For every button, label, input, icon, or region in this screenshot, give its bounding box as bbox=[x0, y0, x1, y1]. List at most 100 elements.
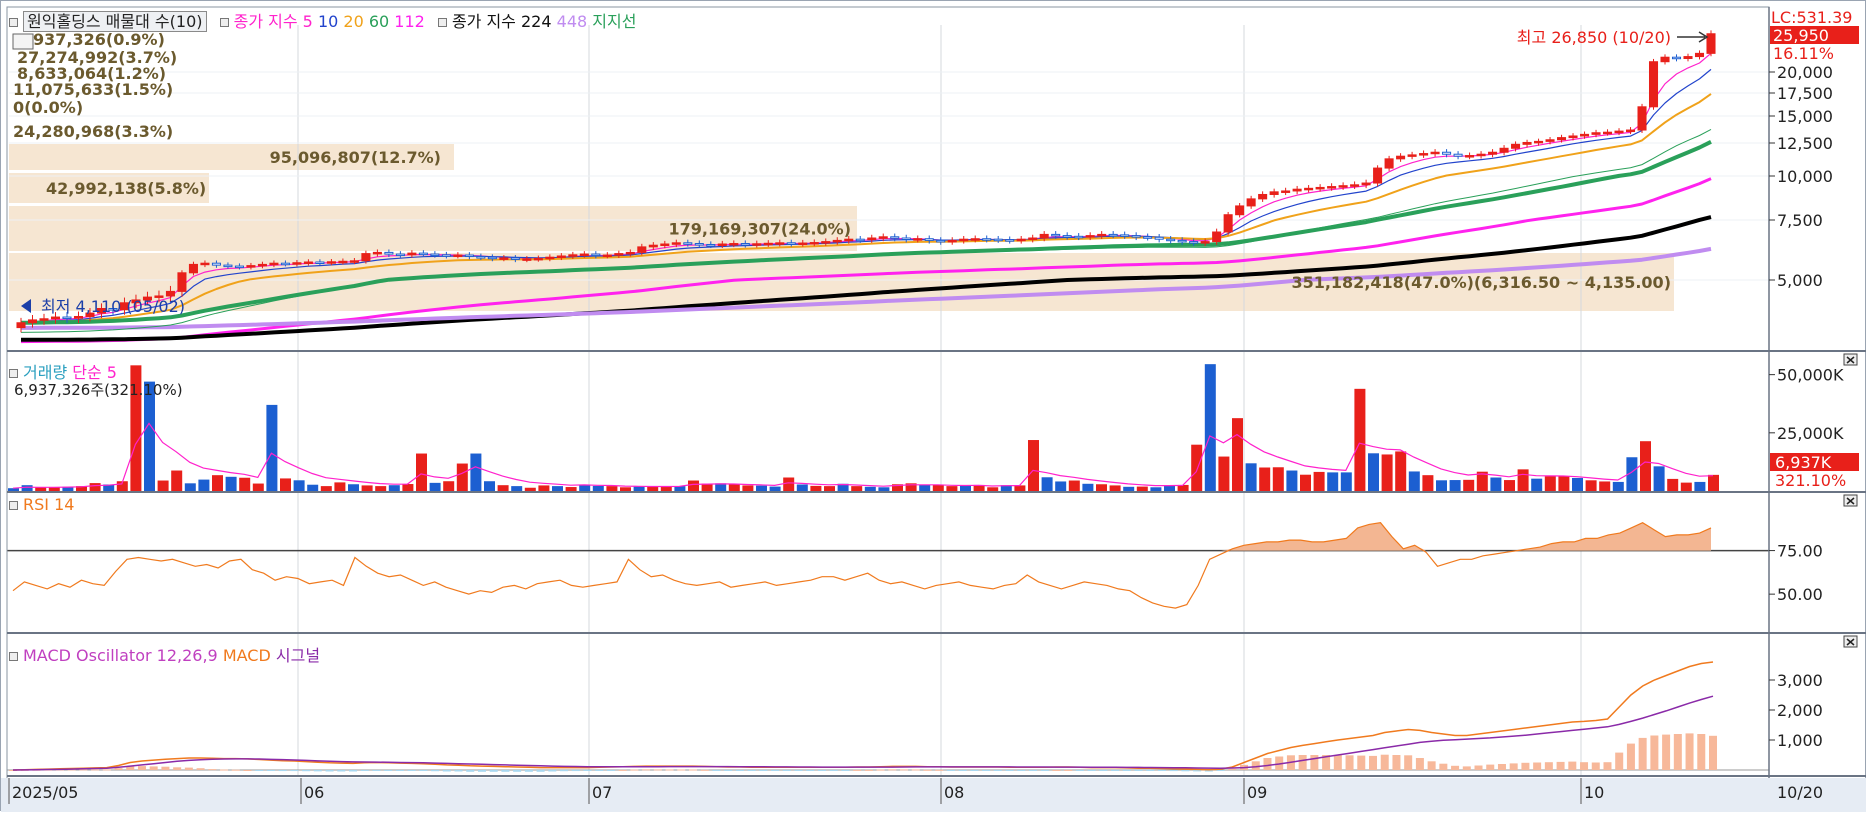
oscillator-bar bbox=[1040, 770, 1049, 771]
oscillator-bar bbox=[266, 770, 275, 771]
candle-body bbox=[1442, 151, 1452, 155]
x-axis-label: 09 bbox=[1247, 783, 1267, 802]
volume-bar bbox=[1408, 471, 1420, 491]
oscillator-bar bbox=[583, 770, 592, 771]
volume-tag: 6,937K bbox=[1775, 453, 1832, 472]
volume-bar bbox=[198, 479, 210, 491]
legend-ma448: 448 bbox=[556, 12, 588, 31]
volume-bar bbox=[1667, 478, 1679, 491]
volume-bar bbox=[1354, 388, 1366, 491]
candle-body bbox=[901, 237, 911, 240]
candle-body bbox=[1396, 155, 1406, 160]
volume-bar bbox=[1612, 481, 1624, 491]
legend-ma-prefix[interactable]: 종가 지수 bbox=[234, 12, 298, 31]
candle-body bbox=[1419, 153, 1429, 156]
oscillator-bar bbox=[1122, 770, 1131, 771]
oscillator-bar bbox=[782, 770, 791, 771]
x-axis-label: 06 bbox=[304, 783, 324, 802]
x-axis-label: 08 bbox=[944, 783, 964, 802]
volume-bar bbox=[334, 482, 346, 491]
candle-body bbox=[1637, 106, 1647, 131]
candle-body bbox=[579, 253, 589, 257]
oscillator-bar bbox=[630, 769, 639, 771]
volume-bar bbox=[783, 477, 795, 491]
oscillator-bar bbox=[184, 767, 193, 770]
oscillator-bar bbox=[665, 769, 674, 771]
legend-ma-prefix-2[interactable]: 종가 지수 bbox=[452, 12, 516, 31]
volume-bar bbox=[1164, 485, 1175, 491]
volume-bar bbox=[1191, 444, 1203, 491]
oscillator-bar bbox=[712, 770, 721, 771]
volume-bar bbox=[388, 485, 400, 491]
volume-profile-label: 24,280,968(3.3%) bbox=[13, 122, 173, 141]
volume-bar bbox=[252, 483, 264, 491]
legend-rsi[interactable]: RSI 14 bbox=[23, 495, 74, 514]
candle-body bbox=[188, 263, 198, 274]
legend-ma5: 5 bbox=[302, 12, 313, 31]
oscillator-bar bbox=[513, 770, 522, 772]
oscillator-bar bbox=[1462, 766, 1471, 770]
stock-title[interactable]: 원익홀딩스 매물대 수(10) bbox=[23, 11, 207, 32]
volume-bar bbox=[1368, 453, 1379, 491]
macd-axis-label: 1,000 bbox=[1777, 731, 1823, 750]
volume-bar bbox=[266, 404, 278, 491]
candle-body bbox=[1338, 185, 1348, 188]
volume-bar bbox=[1082, 483, 1094, 491]
oscillator-bar bbox=[337, 770, 346, 772]
volume-bar bbox=[1640, 441, 1651, 491]
volume-bar bbox=[987, 487, 999, 491]
oscillator-bar bbox=[1380, 754, 1389, 770]
volume-bar bbox=[688, 480, 699, 491]
legend-signal[interactable]: 시그널 bbox=[276, 646, 320, 665]
candle-body bbox=[648, 244, 658, 248]
candle-body bbox=[510, 257, 520, 260]
rsi-legend: RSI 14 bbox=[9, 495, 74, 514]
legend-box-icon bbox=[9, 501, 18, 510]
oscillator-bar bbox=[1556, 761, 1565, 770]
oscillator-bar bbox=[1251, 761, 1260, 770]
candle-body bbox=[1373, 167, 1383, 184]
macd-axis-label: 3,000 bbox=[1777, 671, 1823, 690]
oscillator-bar bbox=[1673, 734, 1682, 770]
volume-bar bbox=[1109, 485, 1121, 491]
volume-bar bbox=[1653, 466, 1665, 491]
oscillator-bar bbox=[923, 769, 932, 771]
volume-bar bbox=[35, 487, 47, 491]
candle-body bbox=[1453, 153, 1463, 157]
volume-bar bbox=[456, 463, 468, 491]
oscillator-bar bbox=[149, 766, 158, 770]
oscillator-bar bbox=[442, 770, 451, 772]
volume-profile-label: 0(0.0%) bbox=[13, 98, 83, 117]
oscillator-bar bbox=[724, 770, 733, 771]
oscillator-bar bbox=[642, 769, 651, 771]
oscillator-bar bbox=[1228, 768, 1237, 770]
volume-bar bbox=[1531, 478, 1543, 491]
chart-canvas[interactable]: 937,326(0.9%)27,274,992(3.7%)8,633,064(1… bbox=[1, 1, 1866, 812]
volume-bar bbox=[1068, 480, 1080, 491]
volume-bar bbox=[1436, 480, 1447, 491]
volume-bar bbox=[1422, 475, 1434, 491]
oscillator-bar bbox=[1157, 770, 1166, 771]
macd-line bbox=[12, 661, 1714, 771]
oscillator-bar bbox=[220, 769, 229, 771]
candle-body bbox=[924, 238, 934, 241]
volume-bar bbox=[1150, 487, 1162, 491]
oscillator-bar bbox=[360, 770, 369, 771]
candle-body bbox=[1143, 236, 1153, 239]
volume-bar bbox=[810, 485, 822, 491]
oscillator-bar bbox=[1415, 758, 1424, 770]
candle-body bbox=[257, 263, 267, 267]
legend-ma112: 112 bbox=[394, 12, 425, 31]
oscillator-bar bbox=[325, 770, 334, 772]
candle-body bbox=[1683, 56, 1693, 60]
candle-body bbox=[464, 254, 474, 258]
volume-bar bbox=[552, 486, 563, 491]
volume-bar bbox=[919, 484, 931, 491]
volume-bar bbox=[1041, 477, 1053, 491]
legend-macd-osc[interactable]: MACD Oscillator 12,26,9 bbox=[23, 646, 218, 665]
oscillator-bar bbox=[173, 767, 182, 770]
legend-macd[interactable]: MACD bbox=[223, 646, 271, 665]
x-axis-label: 10 bbox=[1584, 783, 1604, 802]
oscillator-bar bbox=[1005, 770, 1014, 771]
volume-bar bbox=[212, 475, 223, 491]
